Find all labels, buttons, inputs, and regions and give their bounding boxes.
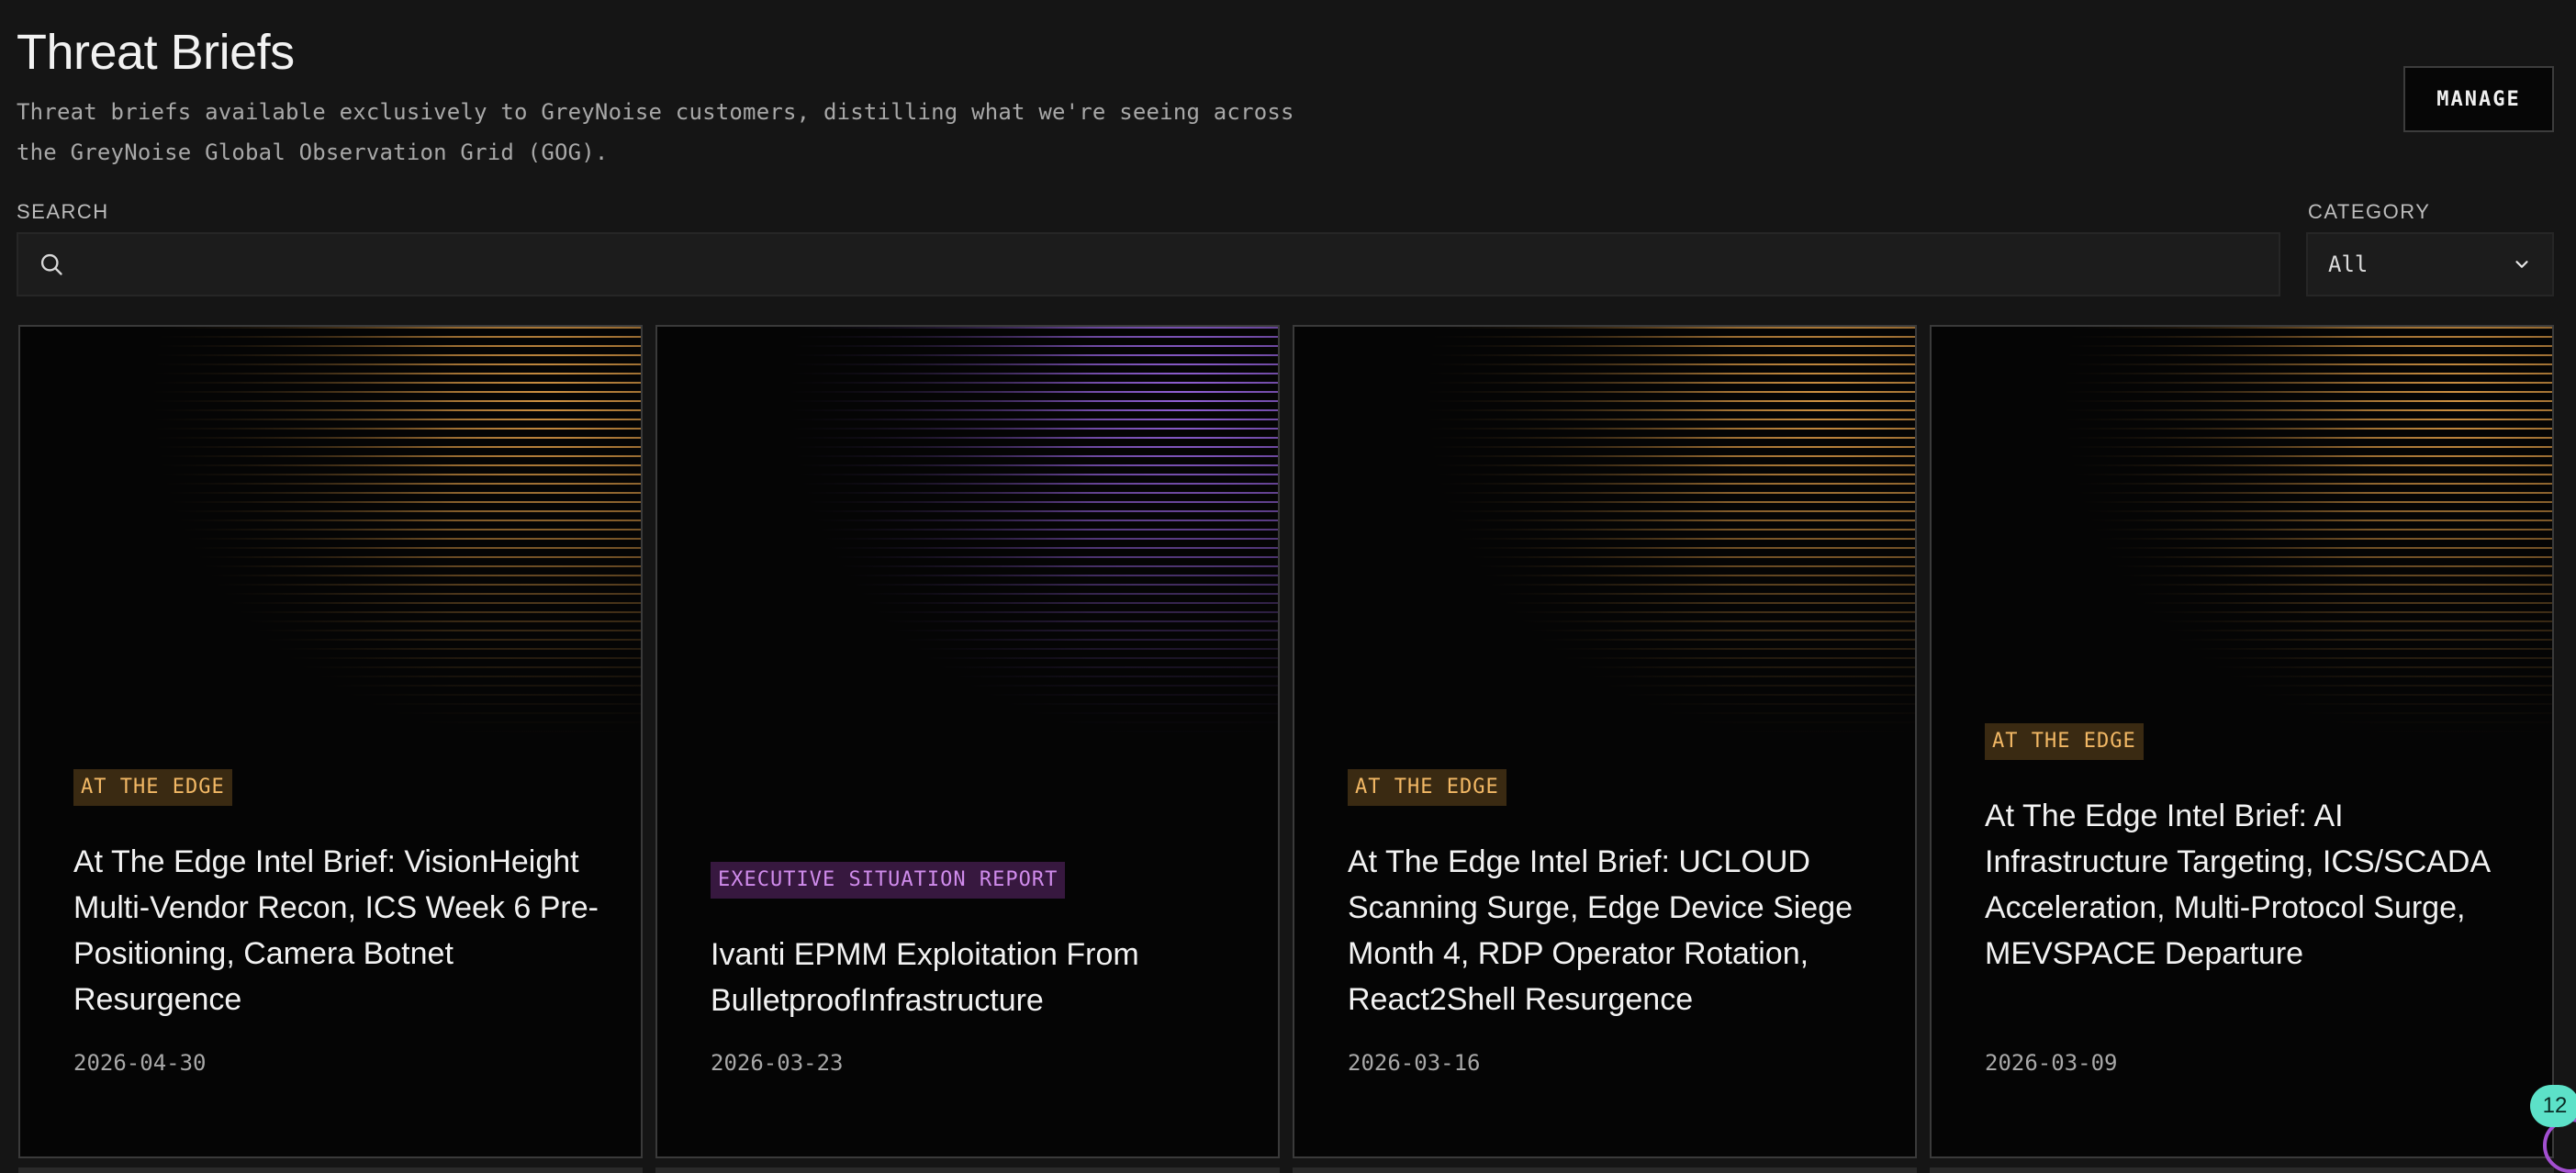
next-row-card-edge bbox=[18, 1167, 643, 1173]
page-title: Threat Briefs bbox=[17, 25, 295, 80]
card-date: 2026-03-09 bbox=[1985, 1050, 2118, 1076]
category-badge: AT THE EDGE bbox=[1985, 723, 2144, 760]
search-input[interactable] bbox=[64, 233, 2279, 296]
category-badge: EXECUTIVE SITUATION REPORT bbox=[711, 862, 1066, 899]
category-selected-value: All bbox=[2328, 251, 2369, 277]
card-date: 2026-03-23 bbox=[711, 1050, 844, 1076]
category-badge: AT THE EDGE bbox=[73, 769, 232, 806]
category-badge: AT THE EDGE bbox=[1348, 769, 1506, 806]
brief-card[interactable]: AT THE EDGE At The Edge Intel Brief: AI … bbox=[1930, 325, 2554, 1158]
brief-card[interactable]: EXECUTIVE SITUATION REPORT Ivanti EPMM E… bbox=[655, 325, 1280, 1158]
card-title[interactable]: Ivanti EPMM Exploitation From Bulletproo… bbox=[711, 932, 1241, 1023]
brief-card[interactable]: AT THE EDGE At The Edge Intel Brief: UCL… bbox=[1293, 325, 1917, 1158]
next-row-card-edge bbox=[1293, 1167, 1917, 1173]
page-subtitle: Threat briefs available exclusively to G… bbox=[17, 92, 1338, 173]
next-row-card-edge bbox=[1930, 1167, 2554, 1173]
card-date: 2026-03-16 bbox=[1348, 1050, 1481, 1076]
card-date: 2026-04-30 bbox=[73, 1050, 207, 1076]
notification-count-badge[interactable]: 12 bbox=[2530, 1085, 2576, 1127]
next-row-card-edge bbox=[655, 1167, 1280, 1173]
brief-card[interactable]: AT THE EDGE At The Edge Intel Brief: Vis… bbox=[18, 325, 643, 1158]
manage-button[interactable]: MANAGE bbox=[2403, 66, 2554, 132]
card-title[interactable]: At The Edge Intel Brief: VisionHeight Mu… bbox=[73, 839, 604, 1022]
search-icon bbox=[40, 253, 62, 275]
subtitle-line-1: Threat briefs available exclusively to G… bbox=[17, 99, 1294, 125]
category-select[interactable]: All bbox=[2306, 232, 2554, 296]
card-title[interactable]: At The Edge Intel Brief: UCLOUD Scanning… bbox=[1348, 839, 1878, 1022]
chevron-down-icon bbox=[2515, 261, 2528, 268]
card-title[interactable]: At The Edge Intel Brief: AI Infrastructu… bbox=[1985, 793, 2515, 977]
search-label: SEARCH bbox=[17, 200, 109, 223]
search-field[interactable] bbox=[17, 232, 2280, 296]
subtitle-line-2: the GreyNoise Global Observation Grid (G… bbox=[17, 140, 609, 165]
category-label: CATEGORY bbox=[2308, 200, 2431, 223]
